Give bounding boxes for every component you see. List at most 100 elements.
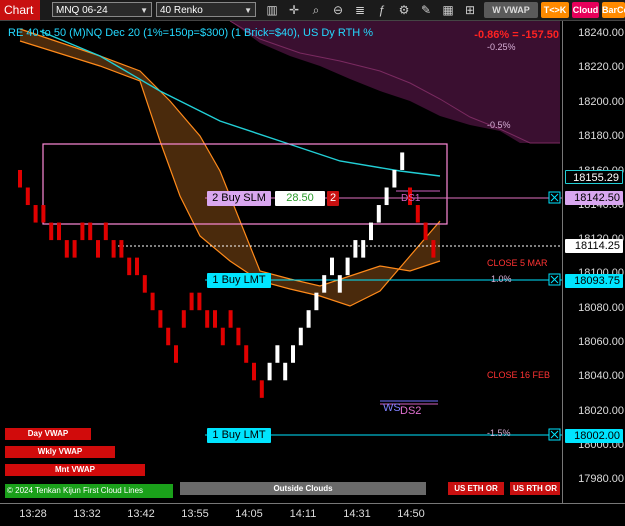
renko-brick bbox=[111, 240, 116, 258]
ds2-label: DS2 bbox=[400, 405, 422, 417]
renko-brick bbox=[18, 169, 22, 188]
price-label: 18040.00 bbox=[578, 370, 624, 382]
bar-type-value: 40 Renko bbox=[160, 5, 203, 16]
ds1-label: DS1 bbox=[401, 193, 421, 204]
buy-slm-price[interactable]: 28.50 bbox=[275, 191, 325, 206]
time-label: 14:11 bbox=[289, 508, 317, 520]
renko-brick bbox=[252, 362, 256, 381]
outside-clouds-button[interactable]: Outside Clouds bbox=[180, 482, 426, 495]
renko-brick bbox=[57, 222, 61, 241]
pct-label: -0.25% bbox=[487, 42, 516, 52]
close-feb-label: CLOSE 16 FEB bbox=[487, 370, 551, 380]
renko-brick bbox=[322, 275, 327, 293]
bar-color-toggle[interactable]: BarCo bbox=[602, 2, 625, 18]
renko-brick bbox=[369, 222, 373, 241]
renko-brick bbox=[283, 362, 288, 381]
renko-brick bbox=[330, 257, 334, 276]
weekly-vwap-toggle[interactable]: W VWAP bbox=[484, 2, 538, 18]
renko-brick bbox=[400, 152, 405, 170]
pct-label: -1.5% bbox=[487, 428, 511, 438]
bar-type-selector[interactable]: 40 Renko ▼ bbox=[156, 2, 256, 17]
bars-icon[interactable]: ▥ bbox=[264, 2, 280, 18]
renko-brick bbox=[423, 222, 428, 241]
renko-brick bbox=[103, 222, 108, 241]
zoom-out-icon[interactable]: ⊖ bbox=[330, 2, 346, 18]
close-x-icon[interactable] bbox=[548, 428, 561, 441]
renko-brick bbox=[228, 310, 233, 328]
renko-brick bbox=[306, 310, 311, 328]
price-label: 18020.00 bbox=[578, 405, 624, 417]
instrument-value: MNQ 06-24 bbox=[56, 5, 108, 16]
monthly-vwap-button[interactable]: Mnt VWAP bbox=[5, 464, 145, 476]
buy-slm-quantity[interactable]: 2 bbox=[327, 191, 339, 206]
crosshair-icon[interactable]: ✛ bbox=[286, 2, 302, 18]
renko-brick bbox=[415, 205, 420, 223]
renko-brick bbox=[127, 257, 132, 276]
zoom-icon[interactable]: ⌕ bbox=[308, 2, 324, 18]
buy-lmt-order[interactable]: 1 Buy LMT bbox=[207, 428, 271, 443]
tenkan-kijun-toggle[interactable]: T<>K bbox=[541, 2, 569, 18]
price-label: 18200.00 bbox=[578, 96, 624, 108]
renko-brick bbox=[213, 310, 217, 328]
renko-brick bbox=[80, 222, 85, 241]
instrument-selector[interactable]: MNQ 06-24 ▼ bbox=[52, 2, 152, 17]
weekly-vwap-button[interactable]: Wkly VWAP bbox=[5, 446, 115, 458]
cloud-toggle[interactable]: Cloud bbox=[572, 2, 599, 18]
buy-slm-order[interactable]: 2 Buy SLM bbox=[207, 191, 271, 206]
renko-brick bbox=[267, 362, 272, 381]
renko-brick bbox=[88, 222, 93, 241]
strategies-icon[interactable]: ⚙ bbox=[396, 2, 412, 18]
ws-label: WS bbox=[383, 402, 401, 414]
renko-brick bbox=[275, 345, 280, 363]
buy-lmt-price-tag: 18093.75 bbox=[565, 274, 623, 288]
renko-brick bbox=[49, 222, 54, 241]
tenkan-kijun-label: © 2024 Tenkan Kijun First Cloud Lines bbox=[5, 484, 173, 498]
buy-lmt-price-tag: 18002.00 bbox=[565, 429, 623, 443]
time-label: 13:28 bbox=[19, 508, 47, 520]
renko-brick bbox=[33, 205, 38, 223]
chevron-down-icon: ▼ bbox=[244, 6, 252, 15]
renko-brick bbox=[220, 327, 225, 346]
renko-brick bbox=[150, 292, 155, 311]
renko-brick bbox=[236, 327, 241, 346]
renko-brick bbox=[158, 310, 163, 328]
price-label: 18060.00 bbox=[578, 336, 624, 348]
renko-brick bbox=[205, 310, 210, 328]
renko-brick bbox=[96, 240, 100, 258]
us-eth-or-button[interactable]: US ETH OR bbox=[448, 482, 504, 495]
day-vwap-button[interactable]: Day VWAP bbox=[5, 428, 91, 440]
renko-brick bbox=[72, 240, 77, 258]
close-x-icon[interactable] bbox=[548, 191, 561, 204]
renko-brick bbox=[25, 187, 30, 206]
renko-brick bbox=[314, 292, 319, 311]
renko-brick bbox=[197, 292, 202, 311]
buy-lmt-order[interactable]: 1 Buy LMT bbox=[207, 273, 271, 288]
ma-price-tag: 18155.29 bbox=[565, 170, 623, 184]
renko-brick bbox=[291, 345, 295, 363]
pct-label: -0.5% bbox=[487, 120, 511, 130]
range-box bbox=[42, 143, 448, 225]
renko-brick bbox=[135, 257, 139, 276]
link-icon[interactable]: ⊞ bbox=[462, 2, 478, 18]
time-label: 14:05 bbox=[235, 508, 263, 520]
renko-brick bbox=[119, 240, 124, 258]
indicators-icon[interactable]: ƒ bbox=[374, 2, 390, 18]
price-label: 18240.00 bbox=[578, 27, 624, 39]
renko-brick bbox=[345, 257, 350, 276]
renko-brick bbox=[376, 205, 381, 223]
close-x-icon[interactable] bbox=[548, 273, 561, 286]
drawing-icon[interactable]: ✎ bbox=[418, 2, 434, 18]
properties-icon[interactable]: ≣ bbox=[352, 2, 368, 18]
us-rth-or-button[interactable]: US RTH OR bbox=[510, 482, 560, 495]
time-label: 14:50 bbox=[397, 508, 425, 520]
renko-brick bbox=[166, 327, 171, 346]
renko-brick bbox=[189, 292, 194, 311]
renko-brick bbox=[174, 345, 178, 363]
renko-brick bbox=[142, 275, 147, 293]
renko-brick bbox=[361, 240, 366, 258]
toolbar: Chart MNQ 06-24 ▼ 40 Renko ▼ ▥ ✛ ⌕ ⊖ ≣ ƒ ⚙… bbox=[0, 0, 625, 21]
time-label: 13:42 bbox=[127, 508, 155, 520]
renko-brick bbox=[431, 240, 436, 258]
data-box-icon[interactable]: ▦ bbox=[440, 2, 456, 18]
time-axis[interactable]: 13:28 13:32 13:42 13:55 14:05 14:11 14:3… bbox=[0, 503, 625, 526]
